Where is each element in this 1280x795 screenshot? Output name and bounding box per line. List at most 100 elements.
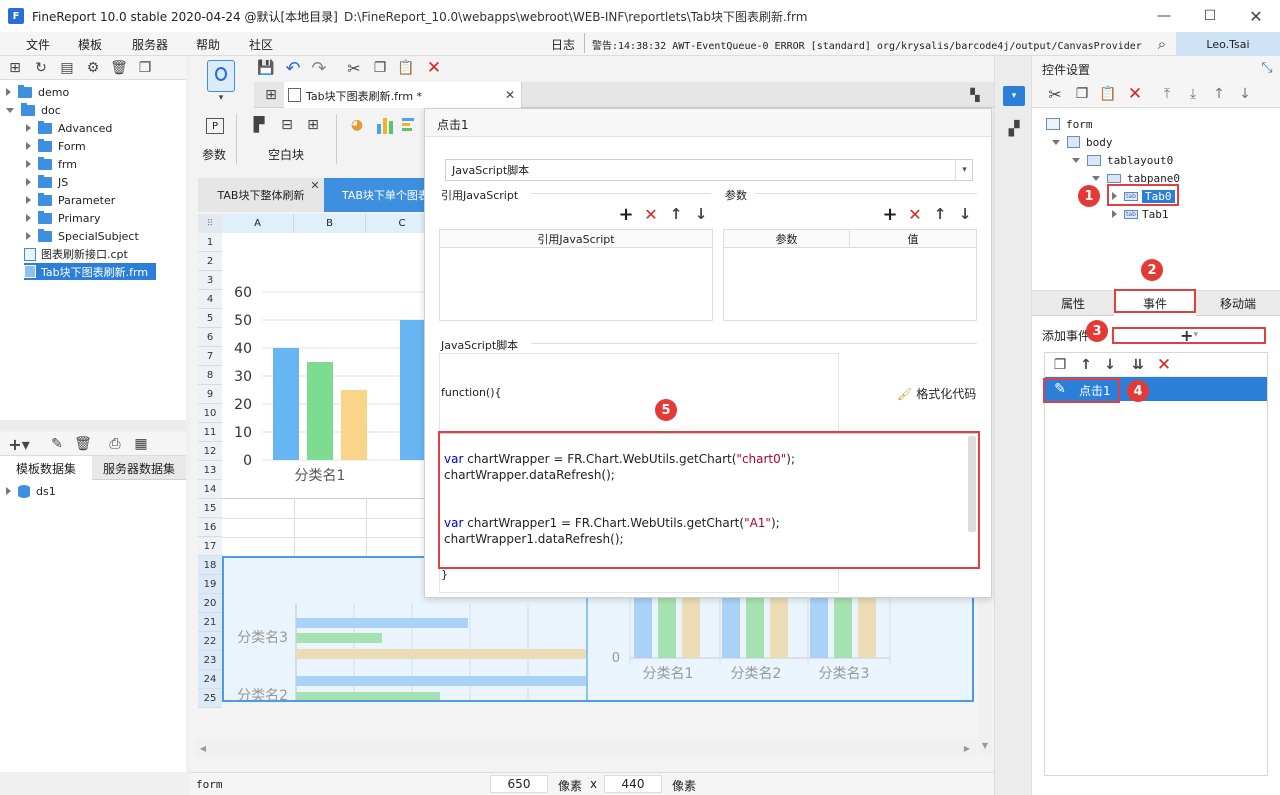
preview-icon[interactable]: ⎙: [106, 435, 124, 453]
cut-icon[interactable]: ✂: [344, 58, 364, 78]
row-header-6[interactable]: 6: [198, 328, 222, 347]
collapse-panel-icon[interactable]: ⤡: [1258, 59, 1276, 77]
event-move-down-icon[interactable]: ↓: [1101, 356, 1119, 374]
layout-icon-3[interactable]: ⊞: [304, 116, 322, 134]
copy-icon[interactable]: ❐: [136, 59, 154, 77]
width-input[interactable]: 650: [490, 775, 548, 793]
widget-copy-icon[interactable]: ❐: [1073, 85, 1091, 103]
tree-item-advanced[interactable]: Advanced: [26, 119, 112, 137]
move-up-icon[interactable]: ↑: [1210, 85, 1228, 103]
template-info-icon[interactable]: ▤: [58, 59, 76, 77]
row-header-11[interactable]: 11: [198, 423, 222, 442]
tab-server-dataset[interactable]: 服务器数据集: [92, 456, 186, 480]
add-param-icon[interactable]: +: [881, 204, 899, 225]
widget-cut-icon[interactable]: ✂: [1046, 85, 1064, 104]
layout-icon-2[interactable]: ⊟: [278, 116, 296, 134]
tree-item-frm-file[interactable]: Tab块下图表刷新.frm: [24, 263, 157, 280]
file-tab[interactable]: Tab块下图表刷新.frm * ✕: [284, 82, 522, 108]
row-header-23[interactable]: 23: [198, 651, 222, 670]
menu-help[interactable]: 帮助: [196, 36, 220, 53]
tree-item-frm[interactable]: frm: [26, 155, 77, 173]
close-window-icon[interactable]: ✕: [1244, 6, 1268, 26]
blank-block-label[interactable]: 空白块: [268, 146, 304, 163]
undo-icon[interactable]: ↶: [283, 58, 303, 79]
tree-item-parameter[interactable]: Parameter: [26, 191, 115, 209]
delete-icon[interactable]: 🗑: [110, 59, 128, 77]
grid-icon[interactable]: ⊞: [262, 86, 280, 104]
row-header-12[interactable]: 12: [198, 442, 222, 461]
widget-delete-icon[interactable]: ✕: [1126, 84, 1144, 104]
widget-tree-tab1[interactable]: tab Tab1: [1112, 205, 1169, 223]
event-copy-icon[interactable]: ❐: [1051, 356, 1069, 374]
script-type-select[interactable]: JavaScript脚本: [445, 159, 973, 181]
doc-tab-single-chart[interactable]: TAB块下单个图表: [324, 178, 424, 212]
row-header-5[interactable]: 5: [198, 309, 222, 328]
bar-chart-icon[interactable]: [376, 116, 394, 134]
event-sort-icon[interactable]: ⇊: [1129, 356, 1147, 374]
row-header-15[interactable]: 15: [198, 499, 222, 518]
pie-chart-icon[interactable]: ◕: [348, 116, 366, 134]
row-header-21[interactable]: 21: [198, 613, 222, 632]
row-header-24[interactable]: 24: [198, 670, 222, 689]
tree-item-primary[interactable]: Primary: [26, 209, 101, 227]
widget-tree-form[interactable]: form: [1046, 115, 1093, 133]
layout-icon-1[interactable]: ▛: [250, 116, 268, 134]
select-tool-icon[interactable]: [207, 60, 235, 92]
move-up-param-icon[interactable]: ↑: [931, 205, 949, 223]
redo-icon[interactable]: ↷: [309, 58, 329, 79]
menu-server[interactable]: 服务器: [132, 36, 168, 53]
move-bottom-icon[interactable]: ⤓: [1184, 85, 1202, 103]
tab-properties[interactable]: 属性: [1032, 291, 1114, 316]
widget-settings-side-icon[interactable]: ▾: [1003, 86, 1025, 106]
tree-item-js[interactable]: JS: [26, 173, 68, 191]
tab-mobile[interactable]: 移动端: [1196, 291, 1280, 316]
move-up-ref-js-icon[interactable]: ↑: [667, 205, 685, 223]
row-header-4[interactable]: 4: [198, 290, 222, 309]
move-down-icon[interactable]: ↓: [1236, 85, 1254, 103]
row-header-7[interactable]: 7: [198, 347, 222, 366]
paste-icon[interactable]: 📋: [396, 58, 416, 78]
column-header-c[interactable]: C: [366, 214, 424, 233]
menu-template[interactable]: 模板: [78, 36, 102, 53]
new-folder-icon[interactable]: ⊞: [6, 59, 24, 77]
widget-paste-icon[interactable]: 📋: [1099, 85, 1117, 103]
move-down-param-icon[interactable]: ↓: [956, 205, 974, 223]
column-header-a[interactable]: A: [222, 214, 294, 233]
dataset-item-ds1[interactable]: ds1: [6, 482, 56, 500]
row-header-17[interactable]: 17: [198, 537, 222, 556]
row-header-2[interactable]: 2: [198, 252, 222, 271]
tab-menu-icon[interactable]: ▚: [966, 86, 984, 104]
horizontal-scrollbar[interactable]: ◀ ▶: [196, 740, 976, 756]
format-code-button[interactable]: 🖌 格式化代码: [897, 385, 976, 402]
vertical-scrollbar[interactable]: ▼: [978, 598, 992, 754]
edit-icon[interactable]: ✎: [48, 435, 66, 453]
minimize-icon[interactable]: —: [1152, 6, 1176, 26]
row-header-13[interactable]: 13: [198, 461, 222, 480]
ref-js-table[interactable]: 引用JavaScript: [439, 229, 713, 321]
add-dataset-icon[interactable]: +▾: [6, 435, 32, 454]
row-header-3[interactable]: 3: [198, 271, 222, 290]
add-ref-js-icon[interactable]: +: [617, 204, 635, 225]
user-name[interactable]: Leo.Tsai: [1176, 32, 1280, 56]
select-arrow-icon[interactable]: ▾: [955, 159, 973, 181]
delete-param-icon[interactable]: ✕: [906, 205, 924, 224]
parameter-icon[interactable]: P: [206, 118, 224, 134]
row-header-8[interactable]: 8: [198, 366, 222, 385]
close-tab-icon[interactable]: ✕: [502, 86, 518, 104]
settings-icon[interactable]: ⚙: [84, 59, 102, 77]
tree-item-form[interactable]: Form: [26, 137, 86, 155]
move-down-ref-js-icon[interactable]: ↓: [692, 205, 710, 223]
widget-tree-tablayout[interactable]: tablayout0: [1072, 151, 1173, 169]
param-table[interactable]: 参数 值: [723, 229, 977, 321]
move-top-icon[interactable]: ⤒: [1158, 85, 1176, 103]
dataset-settings-icon[interactable]: ▦: [132, 435, 150, 453]
delete-ref-js-icon[interactable]: ✕: [642, 205, 660, 224]
widget-tree-body[interactable]: body: [1052, 133, 1113, 151]
copy-tool-icon[interactable]: ❐: [370, 58, 390, 78]
menu-community[interactable]: 社区: [249, 36, 273, 53]
row-header-16[interactable]: 16: [198, 518, 222, 537]
chevron-down-icon[interactable]: ▾: [212, 92, 230, 104]
row-header-10[interactable]: 10: [198, 404, 222, 423]
tree-item-cpt-file[interactable]: 图表刷新接口.cpt: [24, 245, 128, 263]
event-move-up-icon[interactable]: ↑: [1077, 356, 1095, 374]
